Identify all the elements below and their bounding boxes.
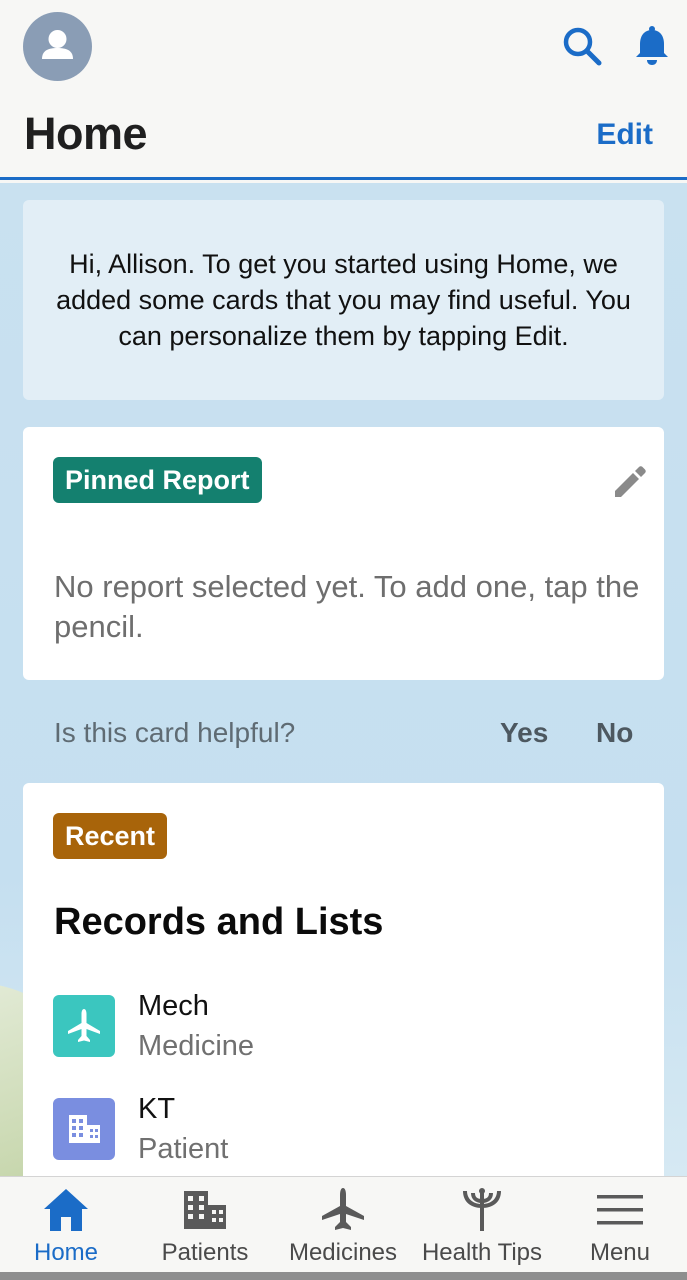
nav-item-medicines[interactable]: Medicines [283, 1177, 403, 1273]
nav-item-menu[interactable]: Menu [568, 1177, 672, 1273]
pinned-report-card: Pinned Report No report selected yet. To… [23, 427, 664, 680]
nav-label: Patients [161, 1239, 249, 1266]
pinned-report-empty-message: No report selected yet. To add one, tap … [54, 569, 640, 644]
hamburger-menu-icon [597, 1195, 643, 1225]
search-icon[interactable] [560, 24, 604, 68]
home-content[interactable]: Hi, Allison. To get you started using Ho… [0, 183, 687, 1176]
airplane-icon [322, 1188, 364, 1230]
building-icon [53, 1098, 115, 1160]
home-icon [44, 1189, 88, 1231]
record-type: Patient [138, 1133, 229, 1165]
pencil-icon[interactable] [609, 461, 649, 501]
bottom-navigation: Home Patients Medicines Health Tips Menu [0, 1176, 687, 1280]
user-avatar-icon[interactable] [23, 12, 92, 81]
system-nav-strip [0, 1272, 687, 1280]
pinned-report-badge: Pinned Report [53, 457, 262, 503]
list-item[interactable]: Mech Medicine [53, 990, 633, 1070]
airplane-icon [53, 995, 115, 1057]
building-icon [184, 1191, 226, 1229]
nav-label: Medicines [288, 1239, 398, 1266]
record-name: Mech [138, 990, 209, 1022]
list-item[interactable]: KT Patient [53, 1093, 633, 1173]
page-title: Home [24, 108, 148, 159]
welcome-banner: Hi, Allison. To get you started using Ho… [23, 200, 664, 400]
records-and-lists-title: Records and Lists [54, 901, 384, 943]
feedback-yes-button[interactable]: Yes [500, 717, 548, 749]
feedback-question: Is this card helpful? [54, 717, 296, 748]
nav-label: Home [33, 1239, 99, 1266]
caduceus-icon [463, 1188, 501, 1231]
feedback-no-button[interactable]: No [596, 717, 633, 749]
nav-item-patients[interactable]: Patients [150, 1177, 260, 1273]
nav-item-health-tips[interactable]: Health Tips [416, 1177, 548, 1273]
edit-button[interactable]: Edit [596, 118, 653, 152]
top-app-bar: Home Edit [0, 0, 687, 180]
record-type: Medicine [138, 1030, 255, 1062]
card-feedback: Is this card helpful? Yes No [54, 713, 644, 753]
record-name: KT [138, 1093, 176, 1125]
nav-label: Health Tips [421, 1239, 543, 1266]
nav-item-home[interactable]: Home [16, 1177, 116, 1273]
bell-icon[interactable] [630, 24, 674, 68]
nav-label: Menu [589, 1239, 651, 1266]
recent-badge: Recent [53, 813, 168, 859]
welcome-message: Hi, Allison. To get you started using Ho… [56, 249, 631, 351]
recent-records-card: Recent Records and Lists Mech Medicine K… [23, 783, 664, 1176]
